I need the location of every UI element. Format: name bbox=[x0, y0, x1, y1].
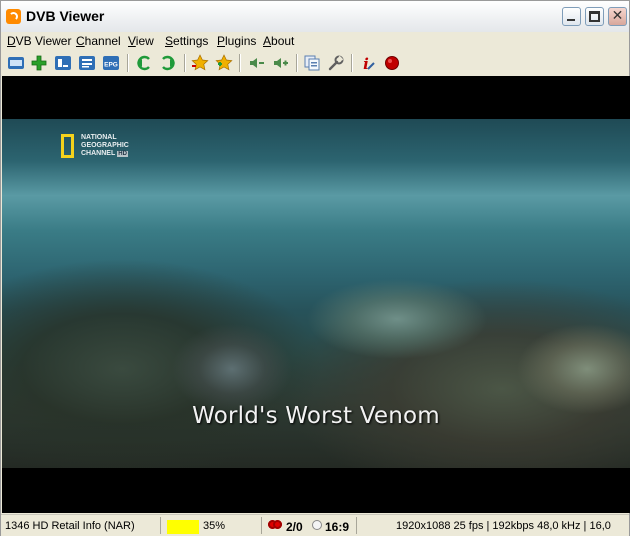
settings-wrench-icon bbox=[328, 55, 344, 71]
volume-down-button[interactable] bbox=[247, 54, 265, 72]
channel-logo: NATIONAL GEOGRAPHIC CHANNEL HD bbox=[61, 134, 171, 164]
volume-up-button[interactable] bbox=[271, 54, 289, 72]
menu-settings[interactable]: Settings bbox=[165, 34, 208, 48]
logo-line-1: NATIONAL bbox=[81, 134, 117, 141]
settings-button[interactable] bbox=[327, 54, 345, 72]
display-icon bbox=[8, 57, 24, 69]
menu-channel[interactable]: Channel bbox=[76, 34, 121, 48]
logo-line-3: CHANNEL bbox=[81, 150, 116, 157]
status-panel-channel: 1346 HD Retail Info (NAR) bbox=[1, 517, 161, 534]
maximize-button[interactable] bbox=[585, 7, 604, 26]
screen-button[interactable] bbox=[54, 54, 72, 72]
toolbar-separator bbox=[296, 54, 298, 72]
nat-geo-frame-icon bbox=[61, 134, 74, 158]
logo-line-2: GEOGRAPHIC bbox=[81, 142, 129, 149]
add-favorite-button[interactable] bbox=[215, 54, 233, 72]
signal-strength-bar bbox=[167, 520, 199, 534]
copy-button[interactable] bbox=[303, 54, 321, 72]
epg-button[interactable]: EPG bbox=[102, 54, 120, 72]
status-aspect: 16:9 bbox=[325, 520, 350, 534]
next-channel-button[interactable] bbox=[159, 54, 177, 72]
svg-text:i: i bbox=[363, 55, 369, 72]
record-icon bbox=[385, 56, 399, 70]
menu-about[interactable]: About bbox=[263, 34, 294, 48]
record-button[interactable] bbox=[383, 54, 401, 72]
menu-plugins[interactable]: Plugins bbox=[217, 34, 256, 48]
volume-down-icon bbox=[250, 58, 264, 68]
prev-channel-icon bbox=[137, 55, 150, 71]
video-subtitle: World's Worst Venom bbox=[192, 403, 440, 429]
status-channel: 1346 HD Retail Info (NAR) bbox=[5, 520, 135, 532]
minimize-button[interactable] bbox=[562, 7, 581, 26]
menu-dvb-viewer[interactable]: DVB Viewer bbox=[7, 34, 71, 48]
subtitle-icon bbox=[312, 520, 322, 530]
favorites-icon bbox=[191, 54, 209, 71]
toolbar-separator bbox=[184, 54, 186, 72]
epg-icon: EPG bbox=[103, 56, 119, 70]
menu-bar: DVB Viewer Channel View Settings Plugins… bbox=[1, 32, 629, 51]
status-signal-percent: 35% bbox=[203, 520, 226, 532]
video-area[interactable]: NATIONAL GEOGRAPHIC CHANNEL HD World's Wo… bbox=[2, 76, 630, 513]
toolbar-separator bbox=[351, 54, 353, 72]
application-window: DVB Viewer ✕ DVB Viewer Channel View Set… bbox=[0, 0, 630, 536]
info-button[interactable]: i bbox=[359, 54, 377, 73]
window-title: DVB Viewer bbox=[26, 8, 105, 24]
status-audio-tracks: 2/0 bbox=[286, 520, 303, 534]
status-stream-info: 1920x1088 25 fps | 192kbps 48,0 kHz | 16… bbox=[396, 520, 611, 532]
epg-label: EPG bbox=[104, 62, 118, 69]
display-button[interactable] bbox=[7, 54, 25, 72]
add-favorite-icon bbox=[215, 54, 233, 71]
next-channel-icon bbox=[162, 55, 175, 71]
app-icon bbox=[6, 9, 21, 24]
info-icon: i bbox=[363, 55, 375, 73]
maximize-icon bbox=[589, 11, 600, 22]
menu-view[interactable]: View bbox=[128, 34, 154, 48]
toolbar-separator bbox=[239, 54, 241, 72]
close-button[interactable]: ✕ bbox=[608, 7, 627, 26]
copy-icon bbox=[304, 55, 320, 71]
minimize-icon bbox=[567, 19, 575, 21]
favorites-button[interactable] bbox=[191, 54, 209, 72]
close-icon: ✕ bbox=[611, 8, 624, 24]
teletext-icon bbox=[79, 56, 95, 70]
audio-icon bbox=[268, 520, 282, 530]
toolbar: EPG i bbox=[1, 51, 629, 75]
status-bar: 1346 HD Retail Info (NAR) 35% 2/0 16:9 1… bbox=[1, 514, 629, 536]
logo-hd-badge: HD bbox=[117, 151, 128, 157]
prev-channel-button[interactable] bbox=[135, 54, 153, 72]
title-bar[interactable]: DVB Viewer ✕ bbox=[1, 1, 629, 33]
toolbar-separator bbox=[127, 54, 129, 72]
plus-icon bbox=[31, 55, 47, 71]
screen-icon bbox=[55, 56, 71, 70]
add-button[interactable] bbox=[30, 54, 48, 72]
video-frame: NATIONAL GEOGRAPHIC CHANNEL HD World's Wo… bbox=[2, 119, 630, 468]
volume-up-icon bbox=[274, 58, 288, 68]
teletext-button[interactable] bbox=[78, 54, 96, 72]
status-panel-signal: 35% bbox=[161, 517, 262, 534]
